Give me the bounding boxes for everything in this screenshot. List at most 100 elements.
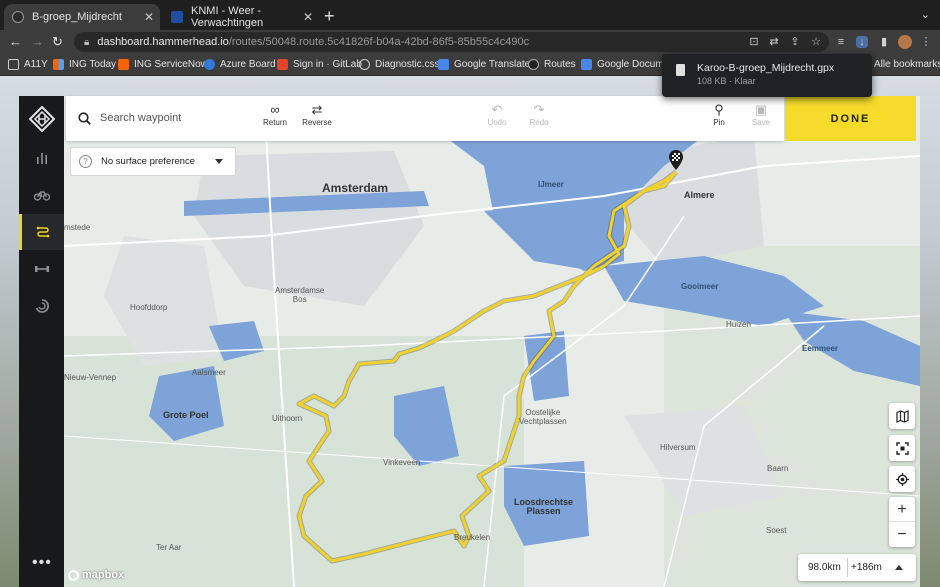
label-eemmeer: Eemmeer [802, 344, 839, 353]
locate-icon [895, 472, 909, 486]
address-toolbar: ← → ↻ 🔒︎ dashboard.hammerhead.io/routes/… [0, 30, 940, 54]
azure-icon [204, 59, 215, 70]
tab-b-groep[interactable]: B-groep_Mijdrecht ✕ [4, 4, 160, 30]
download-meta: 108 KB · Klaar [697, 76, 756, 86]
zoom-out-button[interactable]: − [889, 522, 915, 547]
bookmark-label: Google Translate [454, 59, 531, 70]
translate-icon[interactable]: ⇄ [768, 36, 780, 48]
close-tab-icon[interactable]: ✕ [144, 10, 154, 24]
return-button[interactable]: ∞ Return [255, 102, 295, 127]
label-nieuw-vennep: Nieuw-Vennep [64, 373, 117, 382]
bike-icon [33, 191, 50, 201]
bookmark-label: Routes [544, 59, 576, 70]
label-amsterdam: Amsterdam [322, 181, 389, 195]
translate-icon [438, 59, 449, 70]
bookmark-label: Sign in · GitLab [293, 59, 362, 70]
tab-search-chevron-icon[interactable]: ⌄ [921, 8, 930, 21]
reverse-button[interactable]: ⇄ Reverse [297, 102, 337, 127]
download-filename: Karoo-B-groep_Mijdrecht.gpx [697, 62, 835, 74]
bookmark-diagnostic[interactable]: Diagnostic.css [359, 59, 439, 70]
circular-progress-icon [35, 299, 49, 313]
side-panel-icon[interactable]: ▮ [878, 36, 890, 48]
browser-tabbar: B-groep_Mijdrecht ✕ KNMI - Weer - Verwac… [0, 0, 940, 30]
locate-button[interactable] [889, 466, 915, 492]
forward-arrow-icon[interactable]: → [31, 34, 44, 49]
bookmark-label: Azure Board [220, 59, 276, 70]
close-tab-icon[interactable]: ✕ [303, 10, 313, 24]
hammerhead-logo-icon[interactable] [29, 106, 55, 132]
knmi-favicon-icon [171, 11, 183, 23]
bookmark-routes[interactable]: Routes [528, 59, 576, 70]
nav-workouts[interactable] [19, 251, 64, 287]
label-ter-aar: Ter Aar [156, 543, 182, 552]
nav-rides[interactable] [19, 177, 64, 213]
bookmark-label: Diagnostic.css [375, 59, 440, 70]
install-icon[interactable]: ⊡ [748, 36, 760, 48]
media-icon[interactable]: ≡ [835, 36, 847, 48]
bookmark-ing-servicenow[interactable]: ING ServiceNow [118, 59, 208, 70]
more-dots-icon[interactable]: ••• [32, 554, 52, 572]
route-stats[interactable]: 98.0km +186m [798, 554, 916, 581]
search-icon [78, 112, 91, 125]
avatar[interactable] [898, 35, 912, 49]
pin-button[interactable]: ⚲ Pin [699, 102, 739, 127]
return-label: Return [262, 118, 287, 127]
label-hilversum: Hilversum [660, 443, 696, 452]
redo-button[interactable]: ↷ Redo [519, 102, 559, 127]
pin-icon: ⚲ [714, 102, 724, 117]
all-bookmarks[interactable]: Alle bookmarks [874, 59, 940, 70]
caret-down-icon [215, 159, 223, 164]
expand-up-icon[interactable] [895, 565, 903, 570]
menu-kebab-icon[interactable]: ⋮ [920, 36, 932, 48]
label-mstede: mstede [64, 223, 91, 232]
done-button[interactable]: DONE [785, 96, 916, 141]
save-button[interactable]: ▣ Save [741, 102, 781, 127]
nav-activity[interactable] [19, 288, 64, 324]
label-huizen: Huizen [726, 320, 751, 329]
url-bar[interactable]: 🔒︎ dashboard.hammerhead.io/routes/50048.… [74, 32, 829, 52]
bookmark-a11y[interactable]: A11Y [8, 59, 48, 70]
new-tab-icon[interactable]: + [324, 6, 335, 27]
reload-icon[interactable]: ↻ [52, 34, 63, 50]
undo-label: Undo [487, 118, 507, 127]
bookmark-google-translate[interactable]: Google Translate [438, 59, 530, 70]
map-style-button[interactable] [889, 403, 915, 429]
share-icon[interactable]: ⇪ [789, 36, 801, 48]
label-breukelen: Breukelen [454, 533, 491, 542]
route-icon [36, 226, 50, 238]
swap-arrows-icon: ⇄ [311, 102, 323, 117]
bookmark-azure-board[interactable]: Azure Board [204, 59, 276, 70]
undo-icon: ↶ [491, 102, 503, 117]
ing-icon [118, 59, 129, 70]
tab-knmi[interactable]: KNMI - Weer - Verwachtingen ✕ [163, 4, 319, 30]
mapbox-attribution[interactable]: mapbox [68, 569, 124, 581]
label-uithoorn: Uithoorn [272, 414, 303, 423]
pin-label: Pin [713, 118, 725, 127]
app-sidebar: ••• [19, 96, 64, 587]
surface-preference-select[interactable]: ? No surface preference [70, 147, 236, 176]
download-popup[interactable]: Karoo-B-groep_Mijdrecht.gpx 108 KB · Kla… [662, 54, 872, 97]
route-toolbar: ∞ Return ⇄ Reverse ↶ Undo ↷ Redo ⚲ Pin ▣… [66, 96, 784, 141]
label-baarn: Baarn [767, 464, 789, 473]
undo-button[interactable]: ↶ Undo [477, 102, 517, 127]
zoom-in-button[interactable]: + [889, 497, 915, 522]
file-icon [676, 64, 685, 76]
download-icon[interactable]: ↓ [856, 36, 868, 48]
back-arrow-icon[interactable]: ← [9, 34, 22, 49]
lock-icon: 🔒︎ [84, 36, 90, 48]
nav-stats[interactable] [19, 140, 64, 176]
label-amsterdamse-bos: Amsterdamse Bos [275, 286, 325, 304]
fit-bounds-icon [895, 441, 909, 455]
hammerhead-icon [528, 59, 539, 70]
save-label: Save [751, 118, 771, 127]
surface-preference-value: No surface preference [101, 156, 195, 167]
label-gooimeer: Gooimeer [681, 282, 719, 291]
globe-icon [359, 59, 370, 70]
nav-routes[interactable] [19, 214, 64, 250]
bookmark-gitlab[interactable]: Sign in · GitLab [277, 59, 362, 70]
redo-icon: ↷ [533, 102, 545, 117]
bookmark-star-icon[interactable]: ☆ [810, 36, 822, 48]
fit-route-button[interactable] [889, 435, 915, 461]
search-waypoint-input[interactable] [100, 108, 250, 128]
bookmark-ing-today[interactable]: ING Today [53, 59, 116, 70]
